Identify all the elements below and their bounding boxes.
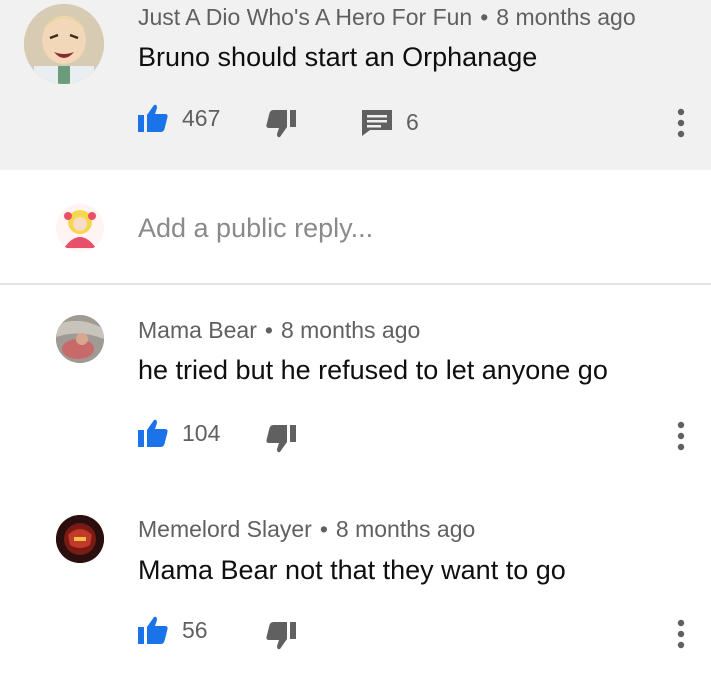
- author-name[interactable]: Mama Bear: [138, 317, 257, 343]
- meta-separator: •: [480, 4, 489, 30]
- user-avatar-icon: [56, 204, 104, 252]
- avatar-game-character-icon: [56, 515, 104, 563]
- comment-text: Bruno should start an Orphanage: [138, 42, 538, 72]
- reply-button[interactable]: 6: [362, 109, 419, 136]
- avatar[interactable]: [56, 515, 104, 563]
- more-options-button[interactable]: [675, 619, 687, 654]
- top-comment: Just A Dio Who's A Hero For Fun • 8 months…: [0, 0, 711, 170]
- more-vert-icon: [677, 619, 685, 649]
- author-name[interactable]: Just A Dio Who's A Hero For Fun: [138, 4, 472, 30]
- thumbs-down-icon: [266, 622, 296, 650]
- thumbs-up-icon: [138, 616, 168, 644]
- thumbs-down-icon: [266, 425, 296, 453]
- avatar[interactable]: [24, 4, 104, 84]
- more-options-button[interactable]: [675, 421, 687, 456]
- reply-input[interactable]: Add a public reply...: [138, 213, 373, 244]
- more-vert-icon: [677, 108, 685, 138]
- comment-text: Mama Bear not that they want to go: [138, 555, 566, 585]
- avatar[interactable]: [56, 315, 104, 363]
- comment-text: he tried but he refused to let anyone go: [138, 355, 608, 385]
- more-options-button[interactable]: [675, 108, 687, 143]
- reply-comment-icon: [362, 109, 392, 136]
- reply-count: 6: [406, 109, 419, 135]
- timestamp[interactable]: 8 months ago: [496, 4, 635, 30]
- like-button[interactable]: 56: [138, 616, 208, 644]
- like-count: 56: [182, 616, 208, 643]
- timestamp[interactable]: 8 months ago: [281, 317, 420, 343]
- comment-meta: Mama Bear • 8 months ago: [138, 317, 420, 344]
- like-count: 467: [182, 104, 221, 131]
- avatar-anime-character-icon: [24, 4, 104, 84]
- meta-separator: •: [319, 516, 328, 542]
- like-button[interactable]: 467: [138, 104, 220, 132]
- like-count: 104: [182, 419, 221, 446]
- thumbs-up-icon: [138, 104, 168, 132]
- current-user-avatar: [56, 204, 104, 252]
- add-reply-section: Add a public reply...: [0, 170, 711, 285]
- timestamp[interactable]: 8 months ago: [336, 516, 475, 542]
- dislike-button[interactable]: [266, 622, 296, 650]
- comment-meta: Just A Dio Who's A Hero For Fun • 8 months…: [138, 4, 636, 31]
- thumbs-up-icon: [138, 419, 168, 447]
- more-vert-icon: [677, 421, 685, 451]
- thumbs-down-icon: [266, 110, 296, 138]
- avatar-photo-icon: [56, 315, 104, 363]
- dislike-button[interactable]: [266, 110, 296, 138]
- meta-separator: •: [264, 317, 273, 343]
- like-button[interactable]: 104: [138, 419, 220, 447]
- dislike-button[interactable]: [266, 425, 296, 453]
- comment-meta: Memelord Slayer • 8 months ago: [138, 516, 475, 543]
- reply-comment: Memelord Slayer • 8 months ago Mama Bear n…: [0, 485, 711, 684]
- author-name[interactable]: Memelord Slayer: [138, 516, 312, 542]
- reply-comment: Mama Bear • 8 months ago he tried but he r…: [0, 285, 711, 485]
